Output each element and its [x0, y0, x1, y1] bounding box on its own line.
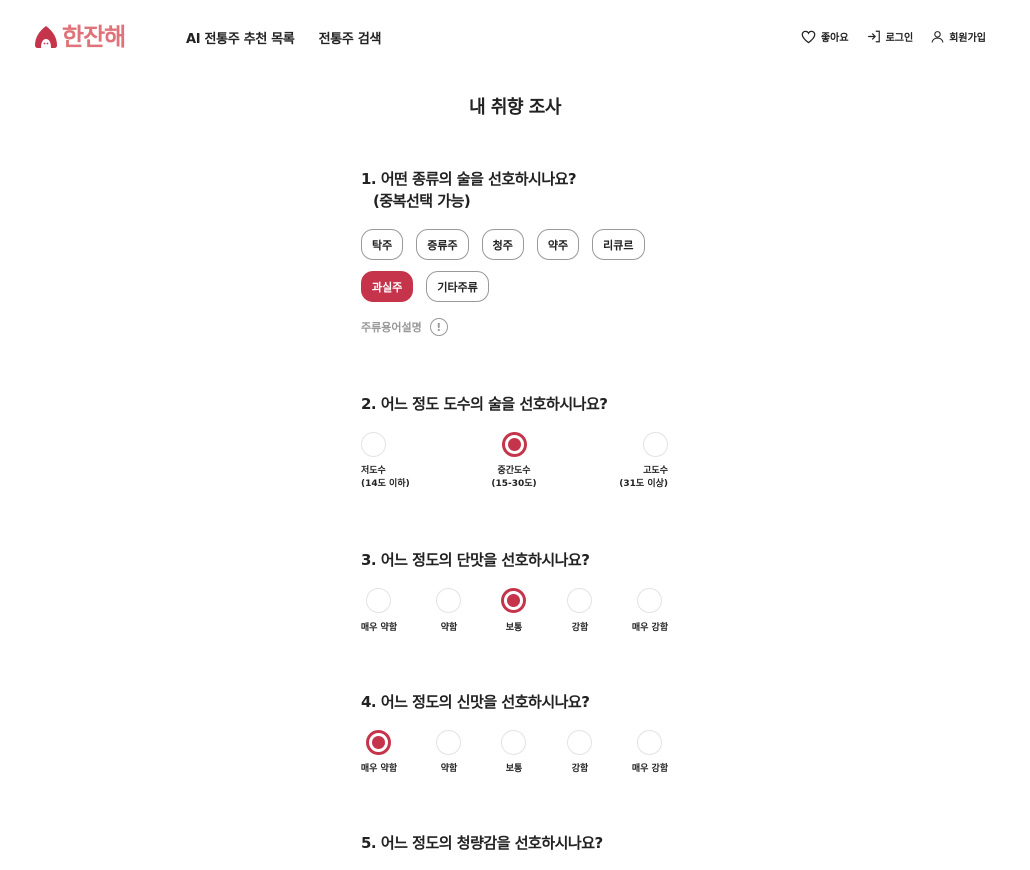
q3-radio-normal[interactable] [501, 588, 526, 613]
q3-radio-weak[interactable] [436, 588, 461, 613]
q4-label-weak: 약함 [440, 764, 458, 774]
q2-label-high: 고도수 (31도 이상) [588, 465, 668, 491]
q3-label-very-strong: 매우 강함 [631, 623, 669, 633]
q2-title: 2. 어느 정도 도수의 술을 선호하시나요? [361, 395, 608, 413]
glossary-label: 주류용어설명 [361, 321, 422, 334]
q2-label-high-sub: (31도 이상) [619, 479, 668, 489]
like-link[interactable]: 좋아요 [801, 29, 849, 44]
q2-label-high-main: 고도수 [643, 466, 668, 476]
q4-label-very-weak: 매우 약함 [360, 764, 398, 774]
q3-radio-strong[interactable] [567, 588, 592, 613]
q3-title: 3. 어느 정도의 단맛을 선호하시나요? [361, 551, 590, 569]
chip-yakju[interactable]: 약주 [536, 229, 580, 260]
info-icon: ! [429, 318, 448, 336]
user-utilities: 좋아요 로그인 회원가입 [801, 29, 986, 44]
logo-mark-icon [35, 26, 57, 48]
chip-distilled[interactable]: 증류주 [416, 229, 469, 260]
logo-text: 한잔해 [62, 23, 126, 51]
q1-title-text: 1. 어떤 종류의 술을 선호하시나요? [361, 170, 577, 188]
nav-ai-recommendations[interactable]: AI 전통주 추천 목록 [186, 28, 295, 47]
q1-title: 1. 어떤 종류의 술을 선호하시나요? (중복선택 가능) [361, 168, 577, 212]
q4-radio-normal[interactable] [501, 730, 526, 755]
page-title: 내 취향 조사 [469, 97, 561, 118]
q3-radio-very-weak[interactable] [366, 588, 391, 613]
chip-fruit-wine[interactable]: 과실주 [361, 271, 414, 302]
q2-label-mid: 중간도수 (15-30도) [474, 465, 554, 491]
q2-label-mid-sub: (15-30도) [491, 479, 537, 489]
login-icon [867, 30, 880, 43]
q2-label-low-main: 저도수 [361, 466, 386, 476]
q2-radio-low[interactable] [361, 432, 386, 457]
q4-label-very-strong: 매우 강함 [631, 764, 669, 774]
chip-cheongju[interactable]: 청주 [481, 229, 524, 260]
site-header: 한잔해 AI 전통주 추천 목록 전통주 검색 좋아요 로그인 회원가입 [0, 0, 1030, 76]
login-link[interactable]: 로그인 [867, 29, 914, 44]
chip-takju[interactable]: 탁주 [361, 229, 404, 260]
q4-label-normal: 보통 [505, 764, 523, 774]
login-label: 로그인 [885, 33, 914, 44]
q3-label-normal: 보통 [505, 623, 523, 633]
signup-link[interactable]: 회원가입 [931, 29, 986, 44]
q2-radio-mid[interactable] [502, 432, 527, 457]
q3-radio-very-strong[interactable] [637, 588, 662, 613]
heart-icon [801, 30, 816, 43]
q4-label-strong: 강함 [571, 764, 589, 774]
q4-radio-strong[interactable] [567, 730, 592, 755]
q3-label-weak: 약함 [440, 623, 458, 633]
q2-radio-high[interactable] [643, 432, 668, 457]
main-nav: AI 전통주 추천 목록 전통주 검색 [186, 28, 381, 47]
q2-label-low: 저도수 (14도 이하) [361, 465, 410, 491]
q3-label-very-weak: 매우 약함 [360, 623, 398, 633]
q5-title: 5. 어느 정도의 청량감을 선호하시나요? [361, 834, 603, 852]
q2-label-mid-main: 중간도수 [497, 466, 531, 476]
q1-options: 탁주 증류주 청주 약주 리큐르 과실주 기타주류 [361, 229, 681, 313]
q4-title: 4. 어느 정도의 신맛을 선호하시나요? [361, 693, 590, 711]
q1-subtitle: (중복선택 가능) [373, 192, 471, 210]
glossary-link[interactable]: 주류용어설명 ! [361, 318, 448, 336]
user-icon [931, 31, 944, 43]
nav-search[interactable]: 전통주 검색 [319, 28, 382, 47]
q4-radio-weak[interactable] [436, 730, 461, 755]
q3-label-strong: 강함 [571, 623, 589, 633]
q4-radio-very-weak[interactable] [366, 730, 391, 755]
q4-radio-very-strong[interactable] [637, 730, 662, 755]
like-label: 좋아요 [820, 33, 849, 44]
chip-liqueur[interactable]: 리큐르 [592, 229, 645, 260]
q2-label-low-sub: (14도 이하) [361, 479, 410, 489]
signup-label: 회원가입 [949, 33, 986, 44]
logo[interactable]: 한잔해 [34, 23, 126, 51]
chip-other[interactable]: 기타주류 [426, 271, 489, 302]
